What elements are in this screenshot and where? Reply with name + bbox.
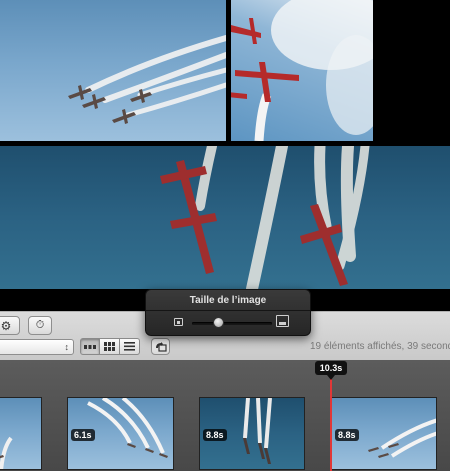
gear-icon: ⚙ [0,318,12,333]
photo-empty-slot [373,0,450,146]
view-mode-list[interactable] [120,338,140,355]
clip-duration-label: 6.1s [71,429,95,441]
red-planes-scene [231,0,373,141]
list-view-icon [124,342,135,351]
filmstrip-view-icon [84,344,96,349]
sort-select[interactable]: ↕ [0,339,74,355]
timer-button[interactable]: ⏱ [28,316,52,335]
view-mode-filmstrip[interactable] [80,338,100,355]
diving-planes-scene [160,146,370,289]
formation-scene [68,35,226,124]
popover-divider [146,310,310,311]
photo-red-planes[interactable] [231,0,373,141]
grid-view-icon [104,342,115,351]
clip-scene [0,436,13,469]
share-export-icon [155,341,167,352]
view-mode-grid[interactable] [100,338,120,355]
photo-formation-planes[interactable] [0,0,226,141]
image-size-slider[interactable] [192,322,272,325]
share-button[interactable] [151,338,170,355]
timeline[interactable]: 6.1s 8.8s 8.8s 10.3s [0,360,450,471]
clip-thumbnail[interactable]: 6.1s [67,397,174,470]
clip-duration-label: 8.8s [335,429,359,441]
item-count-label: 19 éléments affichés, 39 seconde [310,341,450,352]
playhead-time-badge[interactable]: 10.3s [315,361,347,380]
small-image-icon[interactable] [174,318,183,326]
playhead-line[interactable] [330,370,332,471]
settings-gear-button[interactable]: ⚙ [0,316,20,335]
clip-thumbnail[interactable]: 8.8s [331,397,437,470]
clip-thumbnail[interactable] [0,397,42,470]
clip-duration-label: 8.8s [203,429,227,441]
image-size-popover: Taille de l’image [145,289,311,336]
photo-diving-planes[interactable] [0,146,450,289]
slider-knob[interactable] [213,317,225,328]
clip-thumbnail[interactable]: 8.8s [199,397,305,470]
select-arrows-icon: ↕ [64,342,70,352]
popover-title: Taille de l’image [189,295,267,306]
stopwatch-icon: ⏱ [35,319,45,331]
large-image-icon[interactable] [276,315,289,327]
